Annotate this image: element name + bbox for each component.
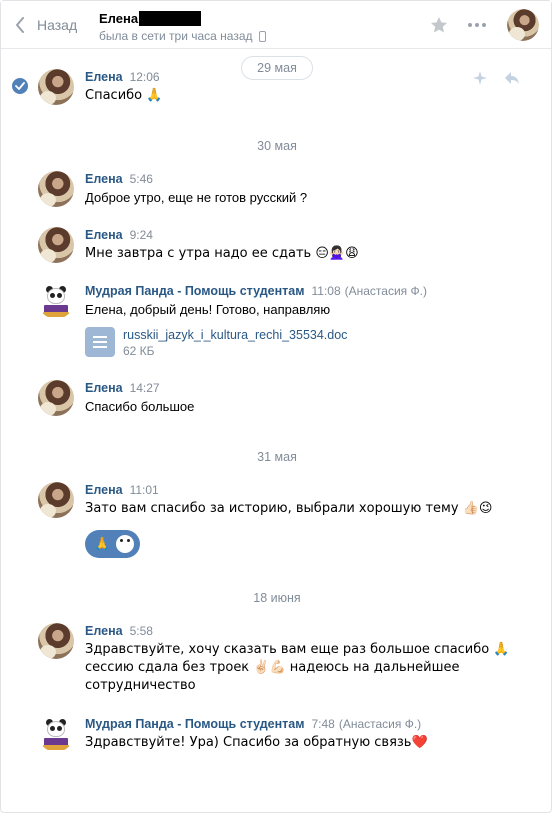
message-text: Здравствуйте! Ура) Спасибо за обратную с… bbox=[85, 735, 428, 750]
more-icon[interactable] bbox=[467, 15, 487, 35]
selected-check-icon[interactable] bbox=[12, 78, 28, 94]
chat-header: Назад Елена была в сети три часа назад bbox=[1, 1, 551, 49]
chevron-left-icon bbox=[16, 17, 24, 33]
reaction-badge[interactable]: 🙏 bbox=[85, 530, 140, 558]
reaction-emoji: 🙏 bbox=[94, 536, 111, 552]
message-author[interactable]: Елена bbox=[85, 69, 123, 85]
avatar[interactable] bbox=[38, 380, 74, 416]
message-author[interactable]: Елена bbox=[85, 623, 123, 639]
back-button[interactable]: Назад bbox=[15, 15, 77, 35]
message-time[interactable]: 11:08 bbox=[311, 283, 340, 299]
peer-info[interactable]: Елена была в сети три часа назад bbox=[99, 10, 266, 43]
reactor-avatar bbox=[116, 535, 135, 553]
message-author[interactable]: Елена bbox=[85, 380, 123, 396]
date-separator: 18 июня bbox=[253, 591, 301, 605]
document-name[interactable]: russkii_jazyk_i_kultura_rechi_35534.doc bbox=[123, 327, 347, 343]
message-author[interactable]: Мудрая Панда - Помощь студентам bbox=[85, 716, 304, 732]
back-label: Назад bbox=[37, 17, 78, 33]
message-text: Спасибо большое bbox=[85, 399, 195, 414]
message-text-line: Здравствуйте, хочу сказать вам еще раз б… bbox=[85, 642, 510, 657]
message-text: Доброе утро, еще не готов русский ? bbox=[85, 190, 308, 205]
avatar[interactable] bbox=[38, 227, 74, 263]
message-text: Мне завтра с утра надо ее сдать 😑🙅🏻‍♀️😩 bbox=[85, 246, 359, 261]
message-text-line: сотрудничество bbox=[85, 678, 196, 693]
message-text-line: сессию сдала без троек ✌🏻💪🏻 надеюсь на д… bbox=[85, 660, 460, 675]
mobile-phone-icon bbox=[258, 30, 266, 42]
message-time[interactable]: 11:01 bbox=[130, 482, 159, 498]
message-author[interactable]: Мудрая Панда - Помощь студентам bbox=[85, 283, 304, 299]
panda-avatar-image bbox=[38, 716, 74, 752]
avatar[interactable] bbox=[38, 171, 74, 207]
message-text: Елена, добрый день! Готово, направляю bbox=[85, 302, 331, 317]
avatar[interactable] bbox=[38, 716, 74, 752]
message-time[interactable]: 5:46 bbox=[130, 171, 153, 187]
message-time[interactable]: 9:24 bbox=[130, 227, 153, 243]
redaction-bar bbox=[139, 10, 202, 26]
avatar[interactable] bbox=[38, 283, 74, 319]
message-sub-author: (Анастасия Ф.) bbox=[344, 284, 427, 298]
message-sub-author: (Анастасия Ф.) bbox=[338, 717, 422, 731]
avatar[interactable] bbox=[507, 9, 539, 41]
date-separator: 30 мая bbox=[257, 139, 297, 153]
message-text: Спасибо 🙏 bbox=[85, 88, 163, 103]
date-separator: 31 мая bbox=[257, 450, 297, 464]
avatar[interactable] bbox=[38, 623, 74, 659]
document-size: 62 КБ bbox=[123, 344, 155, 358]
peer-status: была в сети три часа назад bbox=[99, 29, 253, 43]
avatar[interactable] bbox=[38, 69, 74, 105]
star-icon[interactable] bbox=[429, 15, 449, 35]
message-author[interactable]: Елена bbox=[85, 227, 123, 243]
message-text: Здравствуйте, хочу сказать вам еще раз б… bbox=[85, 641, 525, 695]
chat-window: Назад Елена была в сети три часа назад 2… bbox=[0, 0, 552, 813]
avatar[interactable] bbox=[38, 482, 74, 518]
document-icon bbox=[85, 327, 115, 357]
peer-name: Елена bbox=[99, 10, 139, 26]
message-time[interactable]: 7:48 bbox=[311, 716, 334, 732]
message-text: Зато вам спасибо за историю, выбрали хор… bbox=[85, 501, 493, 516]
message-time[interactable]: 14:27 bbox=[130, 380, 160, 396]
message-time[interactable]: 5:58 bbox=[130, 623, 153, 639]
panda-avatar-image bbox=[38, 283, 74, 319]
message-author[interactable]: Елена bbox=[85, 171, 123, 187]
message-time[interactable]: 12:06 bbox=[130, 69, 160, 85]
document-attachment[interactable]: russkii_jazyk_i_kultura_rechi_35534.doc … bbox=[85, 327, 525, 359]
message-author[interactable]: Елена bbox=[85, 482, 123, 498]
